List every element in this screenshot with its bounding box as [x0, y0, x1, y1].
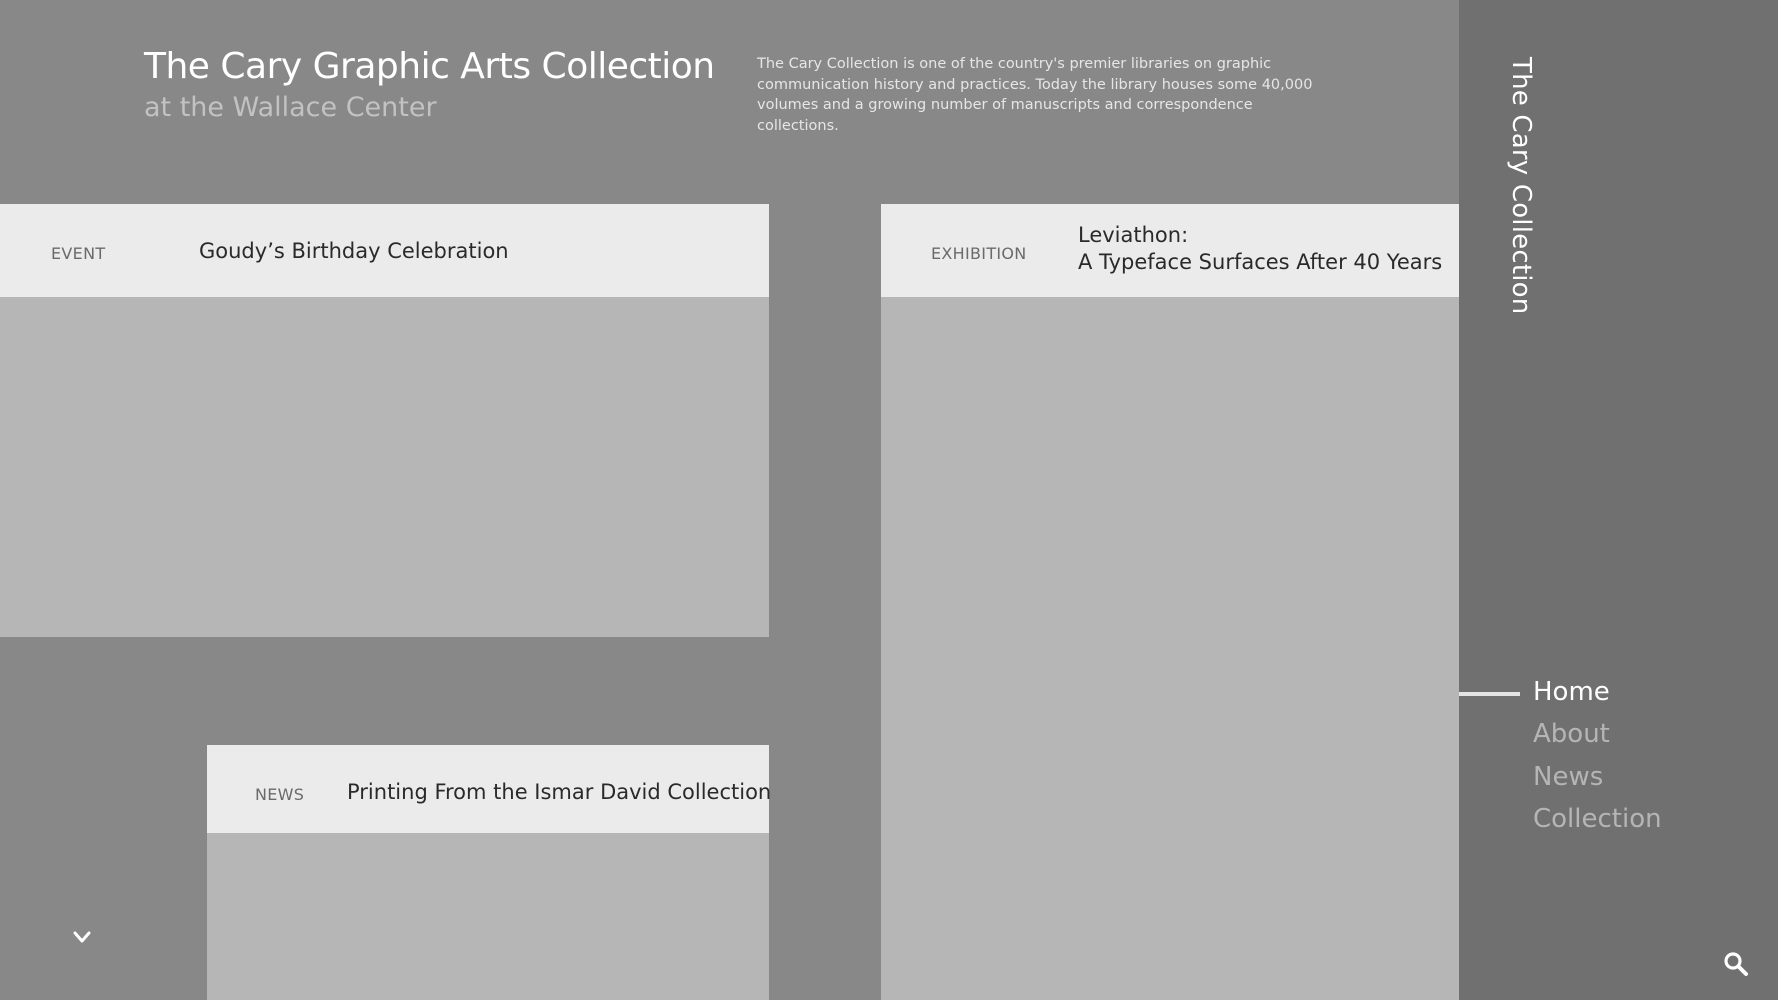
site-description: The Cary Collection is one of the countr…: [757, 56, 1313, 134]
event-label: EVENT: [51, 244, 106, 263]
site-subtitle: at the Wallace Center: [144, 92, 437, 123]
nav-active-indicator: [1459, 692, 1520, 696]
event-card[interactable]: [0, 204, 769, 637]
site-title[interactable]: The Cary Graphic Arts Collection: [144, 46, 715, 87]
nav-item-about[interactable]: About: [1533, 719, 1610, 749]
exhibition-title-line1[interactable]: Leviathon:: [1078, 222, 1188, 249]
main-area: The Cary Graphic Arts Collection at the …: [0, 0, 1459, 1000]
exhibition-card[interactable]: [881, 204, 1459, 1000]
chevron-down-icon[interactable]: [70, 928, 94, 946]
search-icon[interactable]: [1723, 951, 1749, 977]
nav-item-home[interactable]: Home: [1533, 677, 1610, 707]
sidebar-brand[interactable]: The Cary Collection: [1506, 57, 1536, 314]
news-title[interactable]: Printing From the Ismar David Collection: [347, 779, 771, 806]
news-label: NEWS: [255, 785, 305, 804]
event-title[interactable]: Goudy’s Birthday Celebration: [199, 238, 509, 265]
news-card-image[interactable]: [207, 833, 769, 1000]
exhibition-title-line2[interactable]: A Typeface Surfaces After 40 Years: [1078, 249, 1442, 276]
exhibition-label: EXHIBITION: [931, 244, 1027, 263]
exhibition-card-image[interactable]: [881, 297, 1459, 1000]
event-card-image[interactable]: [0, 297, 769, 637]
nav-item-news[interactable]: News: [1533, 762, 1603, 792]
nav-item-collection[interactable]: Collection: [1533, 804, 1662, 834]
